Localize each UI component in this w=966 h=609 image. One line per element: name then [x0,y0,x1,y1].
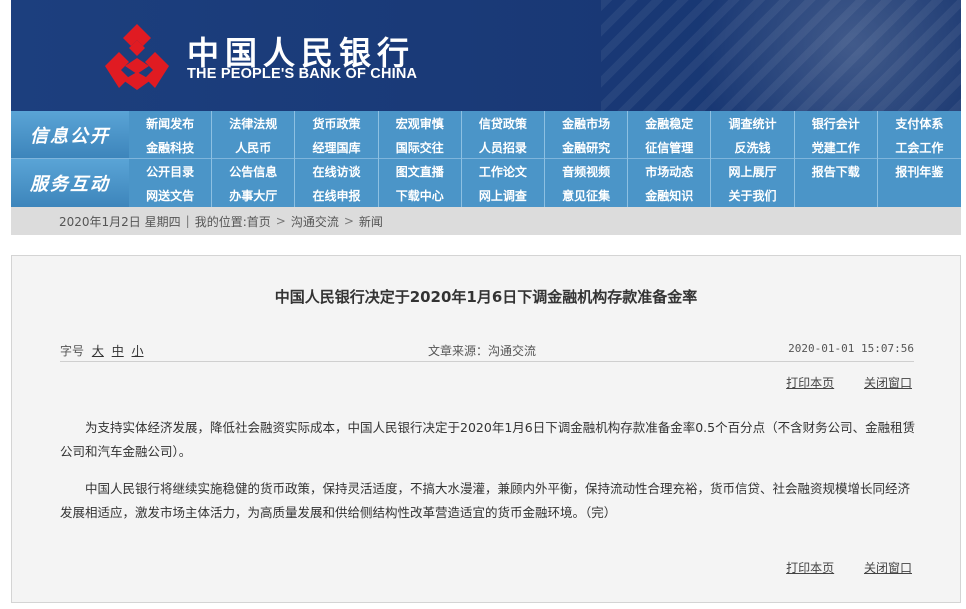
font-size-medium-link[interactable]: 中 [112,344,124,358]
close-window-link[interactable]: 关闭窗口 [864,561,912,575]
close-window-link[interactable]: 关闭窗口 [864,376,912,390]
nav-item[interactable]: 关于我们 [711,183,795,207]
font-size-controls: 字号 大 中 小 [60,342,144,359]
nav-item[interactable]: 报告下载 [795,159,878,183]
nav-item[interactable]: 音频视频 [545,159,629,183]
article-tools-top: 打印本页 关闭窗口 [760,374,912,391]
article-tools-bottom: 打印本页 关闭窗口 [760,559,912,576]
nav-item[interactable]: 公开目录 [129,159,213,183]
nav-item[interactable]: 调查统计 [711,111,795,135]
nav-item[interactable]: 金融知识 [628,183,712,207]
font-size-small-link[interactable]: 小 [132,344,144,358]
logo-english-name: THE PEOPLE'S BANK OF CHINA [187,66,418,82]
nav-item[interactable]: 党建工作 [795,135,878,159]
article-container: 中国人民银行决定于2020年1月6日下调金融机构存款准备金率 字号 大 中 小 … [11,255,961,603]
font-size-large-link[interactable]: 大 [92,344,104,358]
nav-item[interactable]: 国际交往 [379,135,462,159]
nav-item[interactable]: 工作论文 [462,159,545,183]
nav-grid: 新闻发布 法律法规 货币政策 宏观审慎 信贷政策 金融市场 金融稳定 调查统计 … [129,111,961,159]
article-source: 文章来源：沟通交流 [428,344,537,358]
nav-group-info: 信息公开 新闻发布 法律法规 货币政策 宏观审慎 信贷政策 金融市场 金融稳定 … [11,111,961,159]
breadcrumb-arrow: > [275,214,286,228]
article-datetime: 2020-01-01 15:07:56 [788,342,914,355]
article-meta: 字号 大 中 小 文章来源：沟通交流 2020-01-01 15:07:56 [60,338,914,362]
nav-item[interactable]: 反洗钱 [711,135,795,159]
nav-item-empty [795,183,878,207]
nav-item-empty [878,183,961,207]
nav-item[interactable]: 公告信息 [212,159,296,183]
nav-item[interactable]: 信贷政策 [462,111,545,135]
breadcrumb-page-link[interactable]: 新闻 [359,213,383,230]
nav-item[interactable]: 征信管理 [628,135,712,159]
nav-item[interactable]: 市场动态 [628,159,712,183]
nav-grid: 公开目录 公告信息 在线访谈 图文直播 工作论文 音频视频 市场动态 网上展厅 … [129,159,961,207]
nav-group-title: 服务互动 [11,159,129,207]
nav-group-title: 信息公开 [11,111,129,158]
nav-item[interactable]: 下载中心 [379,183,462,207]
breadcrumb-home-link[interactable]: 首页 [247,213,271,230]
nav-item[interactable]: 图文直播 [379,159,462,183]
article-paragraph: 中国人民银行将继续实施稳健的货币政策，保持灵活适度，不搞大水漫灌，兼顾内外平衡，… [60,481,911,520]
nav-group-service: 服务互动 公开目录 公告信息 在线访谈 图文直播 工作论文 音频视频 市场动态 … [11,159,961,207]
nav-item[interactable]: 在线申报 [295,183,379,207]
nav-item[interactable]: 工会工作 [878,135,961,159]
nav-item[interactable]: 金融稳定 [628,111,712,135]
nav-item[interactable]: 金融研究 [545,135,629,159]
current-weekday: 星期四 [144,214,181,229]
breadcrumb-section-link[interactable]: 沟通交流 [291,213,339,230]
main-navigation: 信息公开 新闻发布 法律法规 货币政策 宏观审慎 信贷政策 金融市场 金融稳定 … [11,111,961,207]
location-label: 我的位置: [194,214,247,229]
nav-item[interactable]: 人民币 [212,135,296,159]
nav-item[interactable]: 银行会计 [795,111,878,135]
pboc-emblem-icon[interactable] [99,22,175,92]
nav-item[interactable]: 网上调查 [462,183,545,207]
current-date: 2020年1月2日 [59,214,141,229]
breadcrumb: 2020年1月2日 星期四 | 我的位置: 首页 > 沟通交流 > 新闻 [11,207,961,235]
nav-item[interactable]: 新闻发布 [129,111,213,135]
header-banner: 中国人民银行 THE PEOPLE'S BANK OF CHINA [11,0,961,111]
nav-item[interactable]: 支付体系 [878,111,961,135]
nav-item[interactable]: 网上展厅 [711,159,795,183]
breadcrumb-arrow: > [343,214,354,228]
print-page-link[interactable]: 打印本页 [786,376,834,390]
page-wrapper: 中国人民银行 THE PEOPLE'S BANK OF CHINA 信息公开 新… [11,0,961,235]
article-title: 中国人民银行决定于2020年1月6日下调金融机构存款准备金率 [274,288,698,306]
nav-item[interactable]: 网送文告 [129,183,213,207]
nav-item[interactable]: 金融科技 [129,135,213,159]
nav-item[interactable]: 货币政策 [295,111,379,135]
nav-item[interactable]: 宏观审慎 [379,111,462,135]
banner-decoration [601,0,961,111]
nav-item[interactable]: 在线访谈 [295,159,379,183]
nav-item[interactable]: 报刊年鉴 [878,159,961,183]
nav-item[interactable]: 意见征集 [545,183,629,207]
nav-item[interactable]: 金融市场 [545,111,629,135]
breadcrumb-divider: | [185,214,190,228]
article-paragraph: 为支持实体经济发展，降低社会融资实际成本，中国人民银行决定于2020年1月6日下… [60,420,916,459]
nav-item[interactable]: 办事大厅 [212,183,296,207]
nav-item[interactable]: 法律法规 [212,111,296,135]
nav-item[interactable]: 人员招录 [462,135,545,159]
article-body: 为支持实体经济发展，降低社会融资实际成本，中国人民银行决定于2020年1月6日下… [60,416,916,538]
print-page-link[interactable]: 打印本页 [786,561,834,575]
nav-item[interactable]: 经理国库 [295,135,379,159]
font-size-label: 字号 [60,344,85,358]
